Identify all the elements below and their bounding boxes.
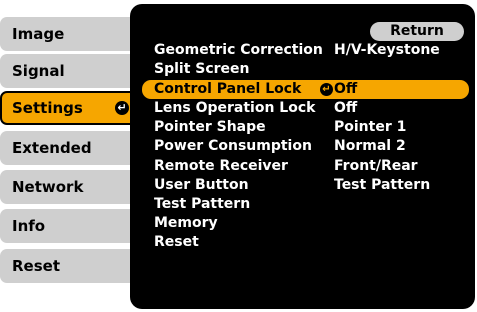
projector-menu: Image Signal Settings ↵ Extended Network… (0, 0, 477, 312)
tab-settings-label: Settings (12, 99, 83, 117)
tab-extended[interactable]: Extended (0, 131, 139, 165)
return-button[interactable]: Return (370, 22, 464, 41)
menu-row-lens-operation-lock[interactable]: Lens Operation Lock Off (142, 99, 469, 118)
menu-row-label: Control Panel Lock (154, 81, 302, 97)
menu-row-value: H/V-Keystone (334, 42, 440, 58)
tab-network-label: Network (12, 178, 84, 196)
menu-row-label: Power Consumption (154, 138, 312, 154)
menu-row-label: Geometric Correction (154, 42, 323, 58)
tab-reset[interactable]: Reset (0, 249, 139, 283)
menu-row-value: Normal 2 (334, 138, 406, 154)
tab-network[interactable]: Network (0, 170, 139, 204)
menu-row-label: Pointer Shape (154, 119, 266, 135)
menu-row-value: Off (334, 100, 358, 116)
menu-row-reset[interactable]: Reset (142, 233, 469, 252)
menu-row-remote-receiver[interactable]: Remote Receiver Front/Rear (142, 157, 469, 176)
menu-row-label: Memory (154, 215, 218, 231)
menu-row-power-consumption[interactable]: Power Consumption Normal 2 (142, 137, 469, 156)
menu-row-label: Remote Receiver (154, 158, 288, 174)
tab-image[interactable]: Image (0, 17, 139, 51)
tab-signal-label: Signal (12, 62, 65, 80)
menu-row-label: Test Pattern (154, 196, 251, 212)
tab-settings[interactable]: Settings ↵ (0, 91, 139, 125)
enter-icon: ↵ (115, 101, 129, 115)
menu-row-value: Front/Rear (334, 158, 418, 174)
menu-row-label: Reset (154, 234, 199, 250)
tab-image-label: Image (12, 25, 65, 43)
menu-row-control-panel-lock[interactable]: Control Panel Lock ↵ Off (142, 80, 469, 99)
menu-row-test-pattern[interactable]: Test Pattern (142, 195, 469, 214)
menu-row-pointer-shape[interactable]: Pointer Shape Pointer 1 (142, 118, 469, 137)
tab-reset-label: Reset (12, 257, 60, 275)
enter-icon: ↵ (320, 83, 333, 96)
menu-row-geometric-correction[interactable]: Geometric Correction H/V-Keystone (142, 41, 469, 60)
menu-row-split-screen[interactable]: Split Screen (142, 60, 469, 79)
tab-info-label: Info (12, 217, 46, 235)
menu-row-label: Lens Operation Lock (154, 100, 316, 116)
tab-extended-label: Extended (12, 139, 92, 157)
menu-row-label: Split Screen (154, 61, 250, 77)
menu-row-label: User Button (154, 177, 249, 193)
menu-row-value: Pointer 1 (334, 119, 407, 135)
tab-info[interactable]: Info (0, 209, 139, 243)
menu-row-memory[interactable]: Memory (142, 214, 469, 233)
settings-panel: Return Geometric Correction H/V-Keystone… (130, 4, 475, 309)
menu-row-value: Test Pattern (334, 177, 431, 193)
menu-row-user-button[interactable]: User Button Test Pattern (142, 176, 469, 195)
tab-signal[interactable]: Signal (0, 54, 139, 88)
menu-row-value: Off (334, 81, 358, 97)
